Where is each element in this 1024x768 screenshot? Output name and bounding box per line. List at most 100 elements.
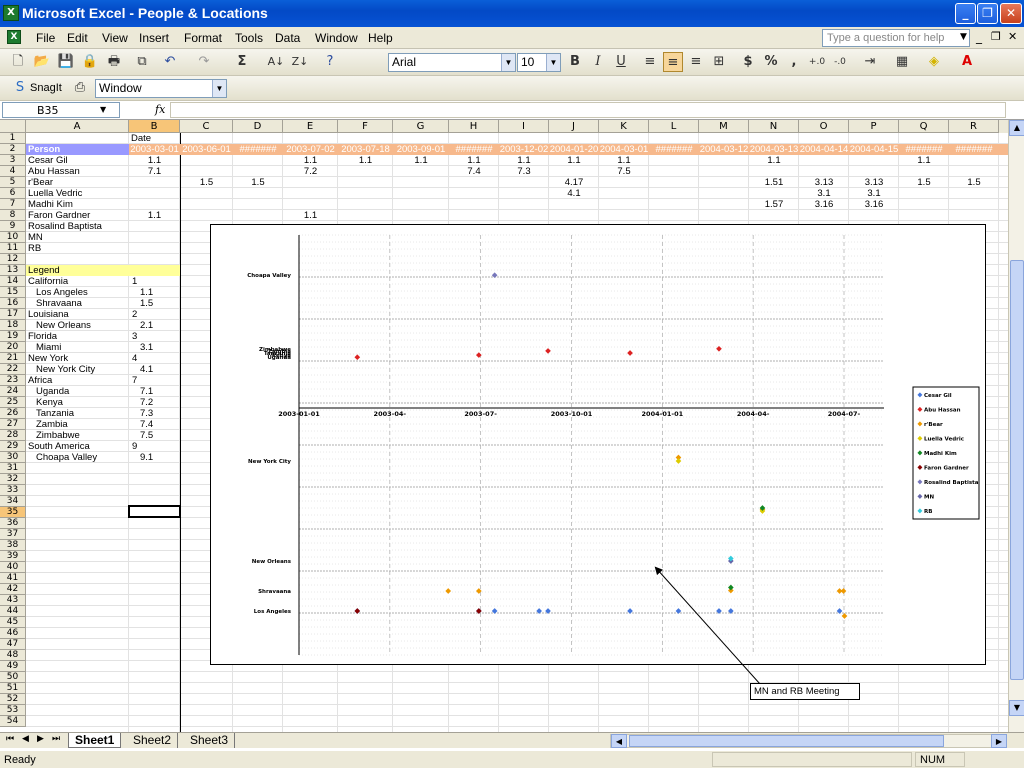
borders-icon[interactable]: ▦ bbox=[892, 52, 912, 72]
legend-code-cell[interactable]: 9 bbox=[132, 441, 137, 452]
indent-icon[interactable]: ⇥ bbox=[860, 52, 880, 72]
row-header[interactable]: 51 bbox=[0, 683, 26, 694]
row-header[interactable]: 29 bbox=[0, 441, 26, 452]
menu-insert[interactable]: Insert bbox=[139, 31, 169, 45]
row-header[interactable]: 16 bbox=[0, 298, 26, 309]
align-center-icon[interactable]: ≡ bbox=[663, 52, 683, 72]
location-code-cell[interactable]: 3.13 bbox=[849, 177, 899, 188]
formula-input[interactable] bbox=[170, 102, 1006, 118]
person-name-cell[interactable]: r'Bear bbox=[28, 177, 53, 188]
person-name-cell[interactable]: Abu Hassan bbox=[28, 166, 80, 177]
legend-label-cell[interactable]: New Orleans bbox=[36, 320, 91, 331]
help-dropdown-icon[interactable]: ▼ bbox=[960, 32, 967, 42]
person-name-cell[interactable]: Luella Vedric bbox=[28, 188, 82, 199]
location-code-cell[interactable]: 7.4 bbox=[449, 166, 499, 177]
row-header[interactable]: 40 bbox=[0, 562, 26, 573]
undo-icon[interactable]: ↶ bbox=[160, 52, 180, 72]
legend-title-cell[interactable]: Legend bbox=[28, 265, 60, 276]
legend-code-cell[interactable]: 9.1 bbox=[140, 452, 153, 463]
font-name-select[interactable]: Arial ▼ bbox=[388, 53, 516, 72]
location-code-cell[interactable]: 1.5 bbox=[180, 177, 233, 188]
increase-decimal-icon[interactable]: +.0 bbox=[807, 52, 827, 72]
active-cell-b35[interactable] bbox=[128, 505, 181, 518]
row-header[interactable]: 14 bbox=[0, 276, 26, 287]
menu-window[interactable]: Window bbox=[315, 31, 358, 45]
column-header-p[interactable]: P bbox=[849, 120, 899, 133]
doc-restore-button[interactable]: ❐ bbox=[991, 30, 1001, 43]
legend-code-cell[interactable]: 2 bbox=[132, 309, 137, 320]
embedded-chart[interactable]: 2003-01-012003-04-2003-07-2003-10-012004… bbox=[210, 224, 986, 665]
percent-icon[interactable]: % bbox=[761, 52, 781, 72]
decrease-decimal-icon[interactable]: -.0 bbox=[830, 52, 850, 72]
location-code-cell[interactable]: 1.1 bbox=[499, 155, 549, 166]
help-icon[interactable]: ? bbox=[320, 52, 340, 72]
row-header[interactable]: 18 bbox=[0, 320, 26, 331]
row-header[interactable]: 47 bbox=[0, 639, 26, 650]
row-header[interactable]: 38 bbox=[0, 540, 26, 551]
snagit-icon[interactable]: S bbox=[10, 78, 30, 98]
person-name-cell[interactable]: Cesar Gil bbox=[28, 155, 68, 166]
row-header[interactable]: 26 bbox=[0, 408, 26, 419]
date-header-cell[interactable]: 2003-07-02 bbox=[283, 144, 338, 155]
legend-label-cell[interactable]: Africa bbox=[28, 375, 52, 386]
legend-code-cell[interactable]: 7.5 bbox=[140, 430, 153, 441]
location-code-cell[interactable]: 7.2 bbox=[283, 166, 338, 177]
row-header[interactable]: 39 bbox=[0, 551, 26, 562]
snagit-button[interactable]: SnagIt bbox=[30, 82, 62, 94]
menu-view[interactable]: View bbox=[102, 31, 128, 45]
row-header[interactable]: 37 bbox=[0, 529, 26, 540]
row-header[interactable]: 32 bbox=[0, 474, 26, 485]
capture-mode-select[interactable]: Window ▼ bbox=[95, 79, 227, 98]
row-header[interactable]: 42 bbox=[0, 584, 26, 595]
location-code-cell[interactable]: 1.5 bbox=[949, 177, 999, 188]
column-header-n[interactable]: N bbox=[749, 120, 799, 133]
legend-code-cell[interactable]: 7 bbox=[132, 375, 137, 386]
column-header-f[interactable]: F bbox=[338, 120, 393, 133]
help-search-input[interactable]: Type a question for help bbox=[822, 29, 970, 47]
location-code-cell[interactable]: 1.1 bbox=[449, 155, 499, 166]
sort-ascending-icon[interactable]: A↓ bbox=[266, 52, 286, 72]
menu-format[interactable]: Format bbox=[184, 31, 222, 45]
doc-minimize-button[interactable]: _ bbox=[976, 30, 982, 44]
column-header-b[interactable]: B bbox=[129, 120, 180, 133]
legend-code-cell[interactable]: 7.1 bbox=[140, 386, 153, 397]
date-header-cell[interactable]: 2004-04-14 bbox=[799, 144, 849, 155]
cell-b1[interactable]: Date bbox=[131, 133, 151, 144]
menu-tools[interactable]: Tools bbox=[235, 31, 263, 45]
row-header[interactable]: 13 bbox=[0, 265, 26, 276]
row-header[interactable]: 22 bbox=[0, 364, 26, 375]
location-code-cell[interactable]: 3.1 bbox=[799, 188, 849, 199]
row-header[interactable]: 19 bbox=[0, 331, 26, 342]
underline-button[interactable]: U bbox=[611, 52, 631, 72]
location-code-cell[interactable]: 1.1 bbox=[129, 155, 180, 166]
legend-code-cell[interactable]: 3.1 bbox=[140, 342, 153, 353]
location-code-cell[interactable]: 4.17 bbox=[549, 177, 599, 188]
column-header-q[interactable]: Q bbox=[899, 120, 949, 133]
column-header-m[interactable]: M bbox=[699, 120, 749, 133]
align-left-icon[interactable]: ≡ bbox=[640, 52, 660, 72]
location-code-cell[interactable]: 3.13 bbox=[799, 177, 849, 188]
restore-button[interactable]: ❐ bbox=[977, 3, 998, 24]
location-code-cell[interactable]: 1.1 bbox=[393, 155, 449, 166]
row-header[interactable]: 52 bbox=[0, 694, 26, 705]
date-header-cell[interactable]: 2004-04-15 bbox=[849, 144, 899, 155]
row-header[interactable]: 54 bbox=[0, 716, 26, 727]
location-code-cell[interactable]: 7.5 bbox=[599, 166, 649, 177]
row-header[interactable]: 4 bbox=[0, 166, 26, 177]
location-code-cell[interactable]: 1.1 bbox=[899, 155, 949, 166]
row-header[interactable]: 20 bbox=[0, 342, 26, 353]
date-header-cell[interactable]: 2003-12-02 bbox=[499, 144, 549, 155]
date-header-cell[interactable]: ####### bbox=[949, 144, 999, 155]
next-sheet-icon[interactable]: ▶ bbox=[37, 734, 44, 744]
column-header-a[interactable]: A bbox=[26, 120, 129, 133]
row-header[interactable]: 33 bbox=[0, 485, 26, 496]
row-header[interactable]: 11 bbox=[0, 243, 26, 254]
location-code-cell[interactable]: 1.1 bbox=[599, 155, 649, 166]
legend-label-cell[interactable]: New York bbox=[28, 353, 68, 364]
date-header-cell[interactable]: 2003-09-01 bbox=[393, 144, 449, 155]
location-code-cell[interactable]: 1.51 bbox=[749, 177, 799, 188]
vertical-scrollbar[interactable]: ▲ ▼ bbox=[1008, 120, 1024, 732]
legend-code-cell[interactable]: 4.1 bbox=[140, 364, 153, 375]
save-icon[interactable]: 💾 bbox=[56, 52, 76, 72]
row-header[interactable]: 24 bbox=[0, 386, 26, 397]
